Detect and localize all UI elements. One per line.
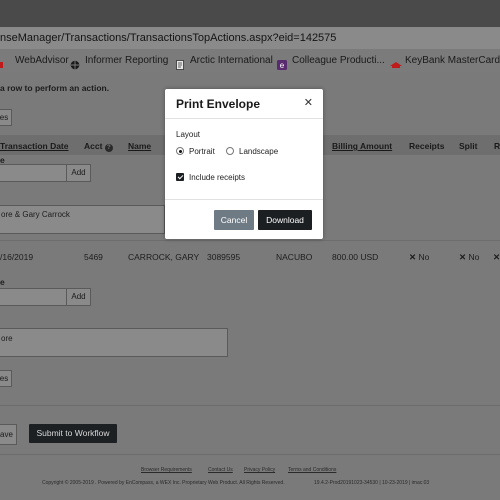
row2-number: 3089595 (207, 252, 241, 262)
col-acct-label: Acct (84, 141, 103, 151)
browser-titlebar (0, 0, 500, 27)
save-button[interactable]: ave (0, 424, 17, 445)
print-envelope-dialog: Print Envelope ✕ Layout Portrait Landsca… (165, 89, 323, 239)
row2-receipts: ✕ No (409, 252, 429, 263)
footer-copyright: Copyright © 2005-2019 . Powered by EnCom… (42, 480, 285, 486)
row2-code-input[interactable] (0, 288, 67, 306)
address-bar[interactable]: nseManager/Transactions/TransactionsTopA… (0, 27, 500, 49)
footer-link-browser-requirements[interactable]: Browser Requirements (141, 467, 192, 473)
row1-add-button[interactable]: Add (66, 164, 91, 182)
footer-link-terms[interactable]: Terms and Conditions (288, 467, 336, 473)
col-billing-amount[interactable]: Billing Amount (332, 141, 392, 151)
bookmark-keybank[interactable]: KeyBank MasterCard (390, 49, 500, 72)
footer-link-privacy-policy[interactable]: Privacy Policy (244, 467, 275, 473)
dialog-footer-divider (165, 199, 323, 200)
bookmark-label: Informer Reporting (85, 55, 169, 66)
top-action-button[interactable]: es (0, 109, 12, 126)
bookmarks-bar: WebAdvisor Informer Reporting Arctic Int… (0, 49, 500, 72)
row2-name: CARROCK, GARY (128, 252, 200, 262)
help-icon: ? (104, 144, 113, 152)
cancel-button[interactable]: Cancel (214, 210, 254, 230)
portrait-label[interactable]: Portrait (189, 147, 215, 156)
row2-date: /16/2019 (0, 252, 34, 262)
dialog-header-divider (165, 118, 323, 119)
row1-code-input[interactable] (0, 164, 67, 182)
landscape-label[interactable]: Landscape (239, 147, 278, 156)
bookmark-arctic-international[interactable]: Arctic International (175, 49, 273, 72)
submit-to-workflow-button[interactable]: Submit to Workflow (29, 424, 117, 443)
layout-label: Layout (176, 130, 201, 139)
bookmark-label: Arctic International (190, 55, 273, 66)
row2-add-button[interactable]: Add (66, 288, 91, 306)
row2-vendor: NACUBO (276, 252, 313, 262)
col-name[interactable]: Name (128, 141, 151, 151)
row-divider (0, 240, 500, 241)
include-receipts-label[interactable]: Include receipts (189, 173, 245, 182)
bookmark-icon (0, 56, 10, 68)
globe-icon (70, 56, 80, 69)
include-receipts-checkbox[interactable] (176, 173, 184, 181)
row2-note-textarea[interactable]: ore (0, 328, 228, 357)
row1-note-text: ore & Gary Carrock (1, 210, 70, 219)
e-app-icon: e (277, 56, 287, 70)
document-icon (175, 56, 185, 70)
portrait-radio[interactable] (176, 147, 184, 155)
section-divider (0, 405, 500, 406)
bank-icon (390, 56, 402, 68)
col-r: R (494, 141, 500, 151)
bookmark-label: WebAdvisor (15, 55, 69, 66)
row2-field-label: e (0, 277, 5, 287)
row2-action-button[interactable]: es (0, 370, 12, 387)
close-icon[interactable]: ✕ (304, 96, 313, 109)
footer-link-contact-us[interactable]: Contact Us (208, 467, 233, 473)
x-icon: ✕ (493, 252, 500, 262)
bookmark-webadvisor[interactable]: WebAdvisor (0, 49, 69, 72)
instruction-text: a row to perform an action. (0, 83, 110, 93)
bookmark-label: KeyBank MasterCard (405, 55, 500, 66)
bookmark-colleague-production[interactable]: e Colleague Producti... (277, 49, 385, 72)
bookmark-label: Colleague Producti... (292, 55, 385, 66)
url-text: nseManager/Transactions/TransactionsTopA… (0, 32, 337, 44)
col-split: Split (459, 141, 478, 151)
download-button[interactable]: Download (258, 210, 312, 230)
col-acct[interactable]: Acct ? (84, 141, 113, 152)
col-receipts: Receipts (409, 141, 445, 151)
x-icon: ✕ (459, 252, 467, 262)
col-transaction-date[interactable]: Transaction Date (0, 141, 69, 151)
svg-text:e: e (280, 61, 285, 70)
bookmark-informer-reporting[interactable]: Informer Reporting (70, 49, 168, 72)
dialog-title: Print Envelope (176, 97, 261, 111)
row2-acct: 5469 (84, 252, 103, 262)
row2-note-text: ore (1, 334, 13, 343)
row1-note-textarea[interactable]: ore & Gary Carrock (0, 205, 165, 234)
x-icon: ✕ (409, 252, 417, 262)
row2-receipts-value: No (418, 252, 430, 262)
footer-version: 19.4.2-Prod20191023-34530 | 10-23-2019 |… (314, 480, 430, 486)
row2-split: ✕ No (459, 252, 479, 263)
footer-divider (0, 454, 500, 455)
row2-split-value: No (468, 252, 480, 262)
landscape-radio[interactable] (226, 147, 234, 155)
row2-amount: 800.00 USD (332, 252, 379, 262)
